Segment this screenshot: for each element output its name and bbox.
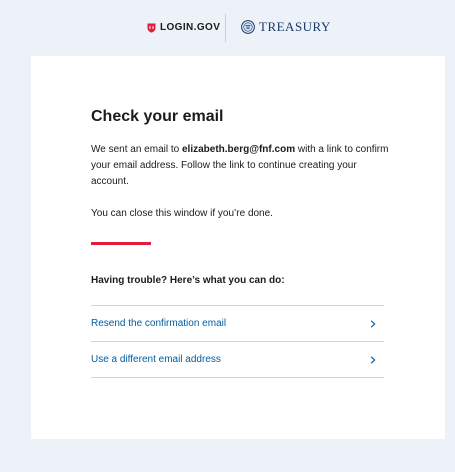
login-gov-logo-text: LOGIN.GOV	[160, 22, 221, 33]
close-window-note: You can close this window if you’re done…	[91, 208, 273, 219]
use-different-email-link[interactable]: Use a different email address	[91, 342, 384, 378]
chevron-right-icon	[370, 356, 376, 364]
treasury-logo-text: TREASURY	[259, 19, 331, 34]
accent-divider	[91, 242, 151, 245]
option-label: Use a different email address	[91, 354, 221, 365]
trouble-heading: Having trouble? Here’s what you can do:	[91, 275, 285, 286]
treasury-seal-icon	[241, 20, 255, 34]
confirmation-message-start: We sent an email to	[91, 144, 182, 155]
shield-icon	[147, 23, 156, 33]
site-header: LOGIN.GOV TREASURY	[0, 0, 455, 56]
treasury-logo: TREASURY	[241, 19, 331, 35]
confirmation-message: We sent an email to elizabeth.berg@fnf.c…	[91, 142, 391, 190]
user-email: elizabeth.berg@fnf.com	[181, 144, 296, 155]
troubleshooting-options: Resend the confirmation email Use a diff…	[91, 305, 384, 378]
option-label: Resend the confirmation email	[91, 318, 227, 329]
chevron-right-icon	[370, 320, 376, 328]
login-gov-logo: LOGIN.GOV	[147, 22, 220, 33]
resend-confirmation-email-link[interactable]: Resend the confirmation email	[91, 306, 384, 342]
brand-divider	[225, 14, 226, 42]
page-title: Check your email	[91, 108, 224, 125]
email-confirmation-card: Check your email We sent an email to eli…	[31, 56, 445, 439]
